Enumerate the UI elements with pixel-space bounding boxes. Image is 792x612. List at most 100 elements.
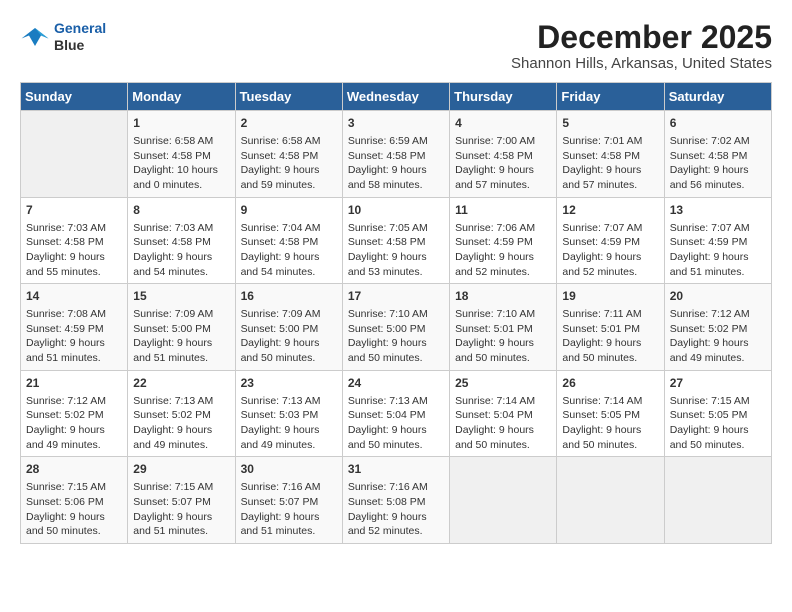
day-info-line: Sunset: 4:58 PM bbox=[562, 149, 658, 164]
day-info-line: Sunrise: 7:16 AM bbox=[348, 480, 444, 495]
day-info-line: Sunset: 5:03 PM bbox=[241, 408, 337, 423]
day-info-line: Sunrise: 7:09 AM bbox=[241, 307, 337, 322]
day-info-line: and 51 minutes. bbox=[670, 265, 766, 280]
day-info-line: and 49 minutes. bbox=[133, 438, 229, 453]
day-info-line: Sunrise: 7:12 AM bbox=[26, 394, 122, 409]
day-number: 7 bbox=[26, 202, 122, 219]
day-info-line: Sunset: 4:58 PM bbox=[348, 235, 444, 250]
logo-line2: Blue bbox=[54, 37, 106, 54]
day-info-line: Sunset: 5:05 PM bbox=[670, 408, 766, 423]
day-header-monday: Monday bbox=[128, 83, 235, 111]
month-year-title: December 2025 bbox=[511, 20, 772, 55]
day-info-line: Sunrise: 7:15 AM bbox=[670, 394, 766, 409]
day-info-line: and 0 minutes. bbox=[133, 178, 229, 193]
day-number: 22 bbox=[133, 375, 229, 392]
calendar-table: SundayMondayTuesdayWednesdayThursdayFrid… bbox=[20, 82, 772, 544]
day-info-line: Sunset: 5:02 PM bbox=[26, 408, 122, 423]
day-number: 29 bbox=[133, 461, 229, 478]
day-info-line: and 53 minutes. bbox=[348, 265, 444, 280]
day-number: 20 bbox=[670, 288, 766, 305]
calendar-cell: 4Sunrise: 7:00 AMSunset: 4:58 PMDaylight… bbox=[450, 111, 557, 198]
day-info-line: Sunrise: 7:13 AM bbox=[133, 394, 229, 409]
day-header-saturday: Saturday bbox=[664, 83, 771, 111]
day-number: 30 bbox=[241, 461, 337, 478]
day-info-line: and 50 minutes. bbox=[562, 438, 658, 453]
day-info-line: Daylight: 9 hours bbox=[26, 250, 122, 265]
day-info-line: and 52 minutes. bbox=[562, 265, 658, 280]
day-info-line: Sunrise: 7:02 AM bbox=[670, 134, 766, 149]
calendar-cell: 1Sunrise: 6:58 AMSunset: 4:58 PMDaylight… bbox=[128, 111, 235, 198]
calendar-cell: 28Sunrise: 7:15 AMSunset: 5:06 PMDayligh… bbox=[21, 457, 128, 544]
day-info-line: Sunrise: 6:59 AM bbox=[348, 134, 444, 149]
day-info-line: Daylight: 9 hours bbox=[26, 423, 122, 438]
day-info-line: Daylight: 9 hours bbox=[670, 336, 766, 351]
calendar-cell: 14Sunrise: 7:08 AMSunset: 4:59 PMDayligh… bbox=[21, 284, 128, 371]
calendar-cell: 12Sunrise: 7:07 AMSunset: 4:59 PMDayligh… bbox=[557, 197, 664, 284]
day-number: 14 bbox=[26, 288, 122, 305]
day-info-line: Sunrise: 7:14 AM bbox=[562, 394, 658, 409]
day-info-line: and 49 minutes. bbox=[241, 438, 337, 453]
title-block: December 2025 Shannon Hills, Arkansas, U… bbox=[511, 20, 772, 72]
day-info-line: Sunset: 5:02 PM bbox=[670, 322, 766, 337]
calendar-cell: 6Sunrise: 7:02 AMSunset: 4:58 PMDaylight… bbox=[664, 111, 771, 198]
day-number: 13 bbox=[670, 202, 766, 219]
day-info-line: Sunset: 4:58 PM bbox=[26, 235, 122, 250]
calendar-cell bbox=[664, 457, 771, 544]
day-info-line: Daylight: 9 hours bbox=[562, 163, 658, 178]
day-number: 28 bbox=[26, 461, 122, 478]
day-info-line: Daylight: 9 hours bbox=[133, 250, 229, 265]
day-info-line: Sunset: 4:58 PM bbox=[348, 149, 444, 164]
day-info-line: Sunrise: 7:14 AM bbox=[455, 394, 551, 409]
day-number: 4 bbox=[455, 115, 551, 132]
day-info-line: Sunset: 5:04 PM bbox=[455, 408, 551, 423]
calendar-cell bbox=[21, 111, 128, 198]
day-info-line: and 54 minutes. bbox=[241, 265, 337, 280]
day-info-line: Sunset: 5:07 PM bbox=[133, 495, 229, 510]
day-info-line: Sunrise: 7:10 AM bbox=[348, 307, 444, 322]
day-info-line: Sunrise: 7:08 AM bbox=[26, 307, 122, 322]
day-number: 16 bbox=[241, 288, 337, 305]
day-info-line: Daylight: 9 hours bbox=[348, 250, 444, 265]
day-info-line: Sunset: 4:58 PM bbox=[241, 149, 337, 164]
day-info-line: Sunrise: 7:03 AM bbox=[26, 221, 122, 236]
day-info-line: Daylight: 9 hours bbox=[348, 336, 444, 351]
day-info-line: and 50 minutes. bbox=[562, 351, 658, 366]
logo-text: General Blue bbox=[54, 20, 106, 54]
day-info-line: and 51 minutes. bbox=[26, 351, 122, 366]
day-info-line: and 50 minutes. bbox=[455, 438, 551, 453]
day-info-line: Sunrise: 7:13 AM bbox=[348, 394, 444, 409]
day-info-line: Daylight: 9 hours bbox=[241, 423, 337, 438]
day-info-line: Daylight: 9 hours bbox=[670, 163, 766, 178]
day-info-line: Daylight: 9 hours bbox=[455, 250, 551, 265]
calendar-cell bbox=[557, 457, 664, 544]
day-info-line: Daylight: 9 hours bbox=[26, 336, 122, 351]
day-info-line: and 50 minutes. bbox=[348, 351, 444, 366]
day-info-line: Sunrise: 6:58 AM bbox=[133, 134, 229, 149]
calendar-cell: 24Sunrise: 7:13 AMSunset: 5:04 PMDayligh… bbox=[342, 370, 449, 457]
day-info-line: Daylight: 9 hours bbox=[133, 336, 229, 351]
calendar-header-row: SundayMondayTuesdayWednesdayThursdayFrid… bbox=[21, 83, 772, 111]
page-header: General Blue December 2025 Shannon Hills… bbox=[20, 20, 772, 72]
day-info-line: and 59 minutes. bbox=[241, 178, 337, 193]
day-info-line: Sunset: 4:58 PM bbox=[133, 235, 229, 250]
day-number: 2 bbox=[241, 115, 337, 132]
day-header-tuesday: Tuesday bbox=[235, 83, 342, 111]
day-number: 1 bbox=[133, 115, 229, 132]
day-number: 26 bbox=[562, 375, 658, 392]
day-info-line: and 52 minutes. bbox=[455, 265, 551, 280]
day-info-line: Sunset: 4:59 PM bbox=[670, 235, 766, 250]
day-header-sunday: Sunday bbox=[21, 83, 128, 111]
day-info-line: Sunset: 5:00 PM bbox=[348, 322, 444, 337]
day-info-line: and 52 minutes. bbox=[348, 524, 444, 539]
day-info-line: Daylight: 9 hours bbox=[348, 163, 444, 178]
logo: General Blue bbox=[20, 20, 106, 54]
day-info-line: Sunset: 5:07 PM bbox=[241, 495, 337, 510]
calendar-cell: 21Sunrise: 7:12 AMSunset: 5:02 PMDayligh… bbox=[21, 370, 128, 457]
day-info-line: and 50 minutes. bbox=[455, 351, 551, 366]
day-number: 10 bbox=[348, 202, 444, 219]
calendar-cell: 27Sunrise: 7:15 AMSunset: 5:05 PMDayligh… bbox=[664, 370, 771, 457]
calendar-cell: 10Sunrise: 7:05 AMSunset: 4:58 PMDayligh… bbox=[342, 197, 449, 284]
day-info-line: Sunrise: 7:12 AM bbox=[670, 307, 766, 322]
day-info-line: and 51 minutes. bbox=[241, 524, 337, 539]
day-info-line: Sunset: 5:01 PM bbox=[562, 322, 658, 337]
